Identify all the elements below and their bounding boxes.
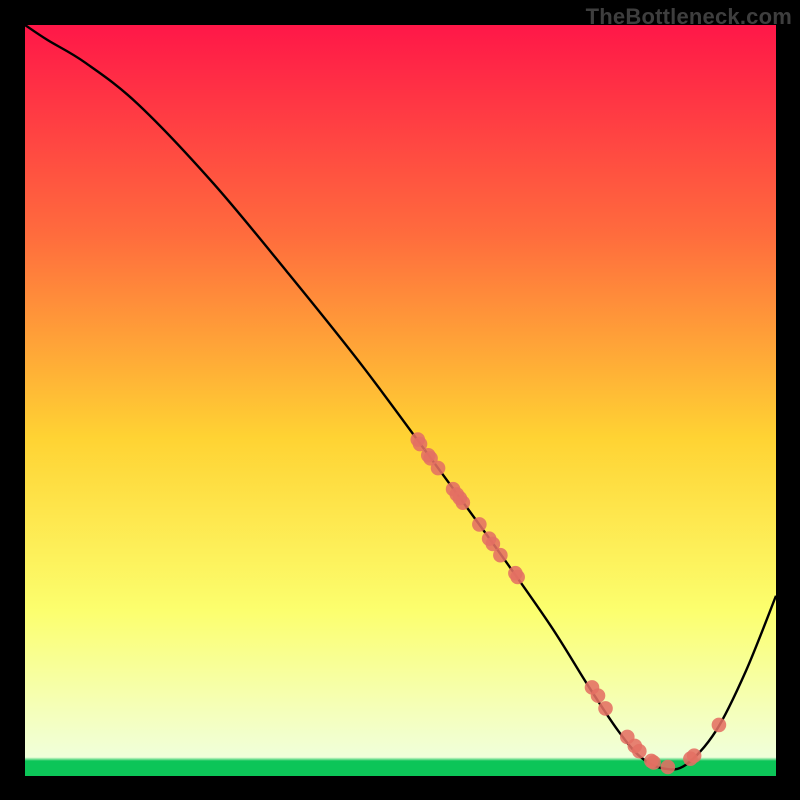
data-point [472,517,487,532]
chart-stage: TheBottleneck.com [0,0,800,800]
watermark-text: TheBottleneck.com [586,4,792,30]
data-point [661,760,676,775]
chart-svg [25,25,776,776]
data-point [598,701,613,716]
data-point [687,748,702,763]
data-point [712,718,727,733]
data-point [646,755,661,770]
data-point [591,688,606,703]
data-point [632,744,647,759]
data-point [456,495,471,510]
data-point [493,548,508,563]
chart-plot-area [25,25,776,776]
data-point [510,570,525,585]
gradient-background [25,25,776,776]
data-point [431,461,446,476]
